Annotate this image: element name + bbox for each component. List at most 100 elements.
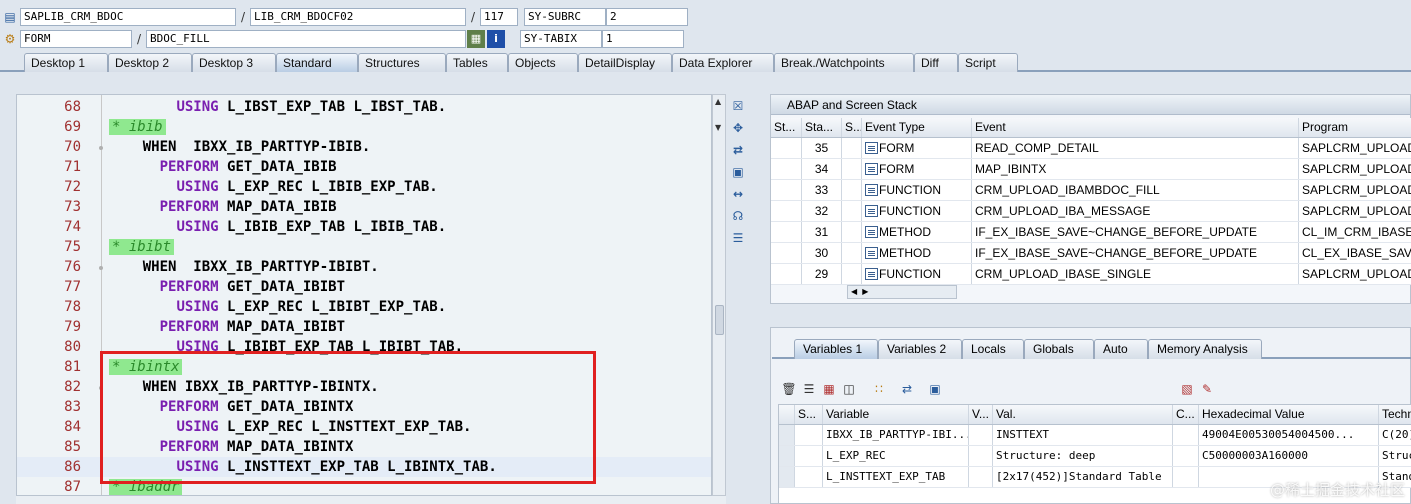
col-header-status[interactable]: S... [795,405,823,424]
code-line[interactable]: 73 PERFORM MAP_DATA_IBIB [17,197,711,217]
stack-horizontal-scrollbar[interactable]: ◀ ▶ [847,285,957,299]
tab-diff[interactable]: Diff [914,53,958,72]
tab-memory-analysis[interactable]: Memory Analysis [1148,339,1262,359]
tab-script[interactable]: Script [958,53,1018,72]
sysfield1-name[interactable]: SY-SUBRC [524,7,606,26]
stack-row-status [771,180,802,200]
code-line[interactable]: 79 PERFORM MAP_DATA_IBIBT [17,317,711,337]
code-line[interactable]: 69 * ibib [17,117,711,137]
col-header-value[interactable]: Val. [993,405,1173,424]
stack-row[interactable]: 31 METHOD IF_EX_IBASE_SAVE~CHANGE_BEFORE_U… [771,222,1411,243]
sysfield2-value[interactable]: 1 [602,29,684,48]
code-line[interactable]: 75 * ibibt [17,237,711,257]
tab-standard[interactable]: Standard [276,53,358,72]
print-icon[interactable]: ◫ [840,380,858,398]
stack-row[interactable]: 35 FORM READ_COMP_DETAILSAPLCRM_UPLOAD_... [771,138,1411,159]
services-icon[interactable]: ☊ [728,206,748,226]
col-header-stack-level[interactable]: Sta... [802,118,842,137]
code-line[interactable]: 71 PERFORM GET_DATA_IBIB [17,157,711,177]
col-header-event[interactable]: Event [972,118,1299,137]
editor-horizontal-scrollbar[interactable] [16,496,726,504]
col-header-v[interactable]: V... [969,405,993,424]
tab-tables[interactable]: Tables [446,53,508,72]
col-header-c[interactable]: C... [1173,405,1199,424]
new-tool-icon[interactable]: ✥ [728,118,748,138]
scroll-down-icon[interactable]: ▼ [715,123,721,132]
settings-icon[interactable]: ☰ [728,228,748,248]
folder-icon[interactable]: ▣ [926,380,944,398]
event-cell: MAP_IBINTX [972,159,1299,179]
fold-marker-icon[interactable] [99,146,103,150]
code-text: USING L_IBST_EXP_TAB L_IBST_TAB. [109,97,446,117]
display-icon[interactable]: ▦ [467,29,485,48]
col-header-variable[interactable]: Variable [823,405,969,424]
tab-detaildisplay[interactable]: DetailDisplay [578,53,672,72]
tab-structures[interactable]: Structures [358,53,446,72]
variable-name-cell[interactable]: IBXX_IB_PARTTYP-IBI... [823,425,969,445]
editor-vertical-scrollbar[interactable]: ▲ ▼ [712,94,726,496]
tab-data-explorer[interactable]: Data Explorer [672,53,774,72]
variable-name-cell[interactable]: L_INSTTEXT_EXP_TAB [823,467,969,487]
event-type-cell: METHOD [862,243,972,263]
tab-desktop-1[interactable]: Desktop 1 [24,53,108,72]
scroll-up-icon[interactable]: ▲ [715,97,721,106]
tree-icon[interactable]: ∷ [870,380,888,398]
tab-auto[interactable]: Auto [1094,339,1148,359]
fold-marker-icon[interactable] [99,266,103,270]
stack-row[interactable]: 32 FUNCTION CRM_UPLOAD_IBA_MESSAGE SAPLCRM_… [771,201,1411,222]
code-text: USING L_IBIB_EXP_TAB L_IBIB_TAB. [109,217,446,237]
col-header-hex[interactable]: Hexadecimal Value [1199,405,1379,424]
tab-breakpoints[interactable]: Break./Watchpoints [774,53,914,72]
tab-globals[interactable]: Globals [1024,339,1094,359]
col-header-st[interactable]: St... [771,118,802,137]
code-line[interactable]: 77 PERFORM GET_DATA_IBIBT [17,277,711,297]
navigate-icon[interactable]: ⇄ [898,380,916,398]
line-field[interactable]: 117 [480,7,518,26]
stack-row[interactable]: 33 FUNCTION CRM_UPLOAD_IBAMBDOC_FILL SAPLCR… [771,180,1411,201]
event-type-field[interactable]: FORM [20,29,132,48]
code-line[interactable]: 78 USING L_EXP_REC L_IBIBT_EXP_TAB. [17,297,711,317]
code-line[interactable]: 74 USING L_IBIB_EXP_TAB L_IBIB_TAB. [17,217,711,237]
list-icon[interactable]: ☰ [800,380,818,398]
stack-row[interactable]: 30 METHOD IF_EX_IBASE_SAVE~CHANGE_BEFORE_U… [771,243,1411,264]
col-header-event-type[interactable]: Event Type [862,118,972,137]
code-line[interactable]: 76 WHEN IBXX_IB_PARTTYP-IBIBT. [17,257,711,277]
stack-row[interactable]: 34 FORM MAP_IBINTXSAPLCRM_UPLOAD_... [771,159,1411,180]
variable-c-cell [1173,425,1199,445]
sysfield2-name[interactable]: SY-TABIX [520,29,602,48]
info-icon[interactable]: i [487,29,505,48]
code-text: WHEN IBXX_IB_PARTTYP-IBIB. [109,137,371,157]
variable-c-cell [1173,467,1199,487]
code-line[interactable]: 70 WHEN IBXX_IB_PARTTYP-IBIB. [17,137,711,157]
tab-desktop-3[interactable]: Desktop 3 [192,53,276,72]
include-field[interactable]: LIB_CRM_BDOCF02 [250,7,466,26]
tab-locals[interactable]: Locals [962,339,1024,359]
maximize-icon[interactable]: ▣ [728,162,748,182]
tab-variables-2[interactable]: Variables 2 [878,339,962,359]
save-icon[interactable]: ▧ [1178,380,1196,398]
scroll-left-icon[interactable]: ◀ [851,287,857,296]
tab-variables-1[interactable]: Variables 1 [794,339,878,359]
event-field[interactable]: BDOC_FILL [146,29,466,48]
swap-icon[interactable]: ↔ [728,184,748,204]
col-header-technical-type[interactable]: Techn [1379,405,1411,424]
stack-row[interactable]: 29 FUNCTION CRM_UPLOAD_IBASE_SINGLE SAPLCRM… [771,264,1411,285]
close-icon[interactable]: ☒ [728,96,748,116]
replace-tool-icon[interactable]: ⇄ [728,140,748,160]
variable-name-cell[interactable]: L_EXP_REC [823,446,969,466]
col-header-s[interactable]: S... [842,118,862,137]
program-field[interactable]: SAPLIB_CRM_BDOC [20,7,236,26]
sysfield1-value[interactable]: 2 [606,7,688,26]
tab-objects[interactable]: Objects [508,53,578,72]
variable-row[interactable]: L_EXP_REC Structure: deep C50000003A160000… [779,446,1411,467]
save-list-icon[interactable]: ▦ [820,380,838,398]
code-line[interactable]: 72 USING L_EXP_REC L_IBIB_EXP_TAB. [17,177,711,197]
col-header-program[interactable]: Program [1299,118,1411,137]
delete-icon[interactable]: 🗑 [780,380,798,398]
edit-icon[interactable]: ✎ [1198,380,1216,398]
tab-desktop-2[interactable]: Desktop 2 [108,53,192,72]
scroll-right-icon[interactable]: ▶ [862,287,868,296]
code-line[interactable]: 68 USING L_IBST_EXP_TAB L_IBST_TAB. [17,97,711,117]
scroll-thumb[interactable] [715,305,724,335]
variable-row[interactable]: IBXX_IB_PARTTYP-IBI... INSTTEXT 49004E0053… [779,425,1411,446]
